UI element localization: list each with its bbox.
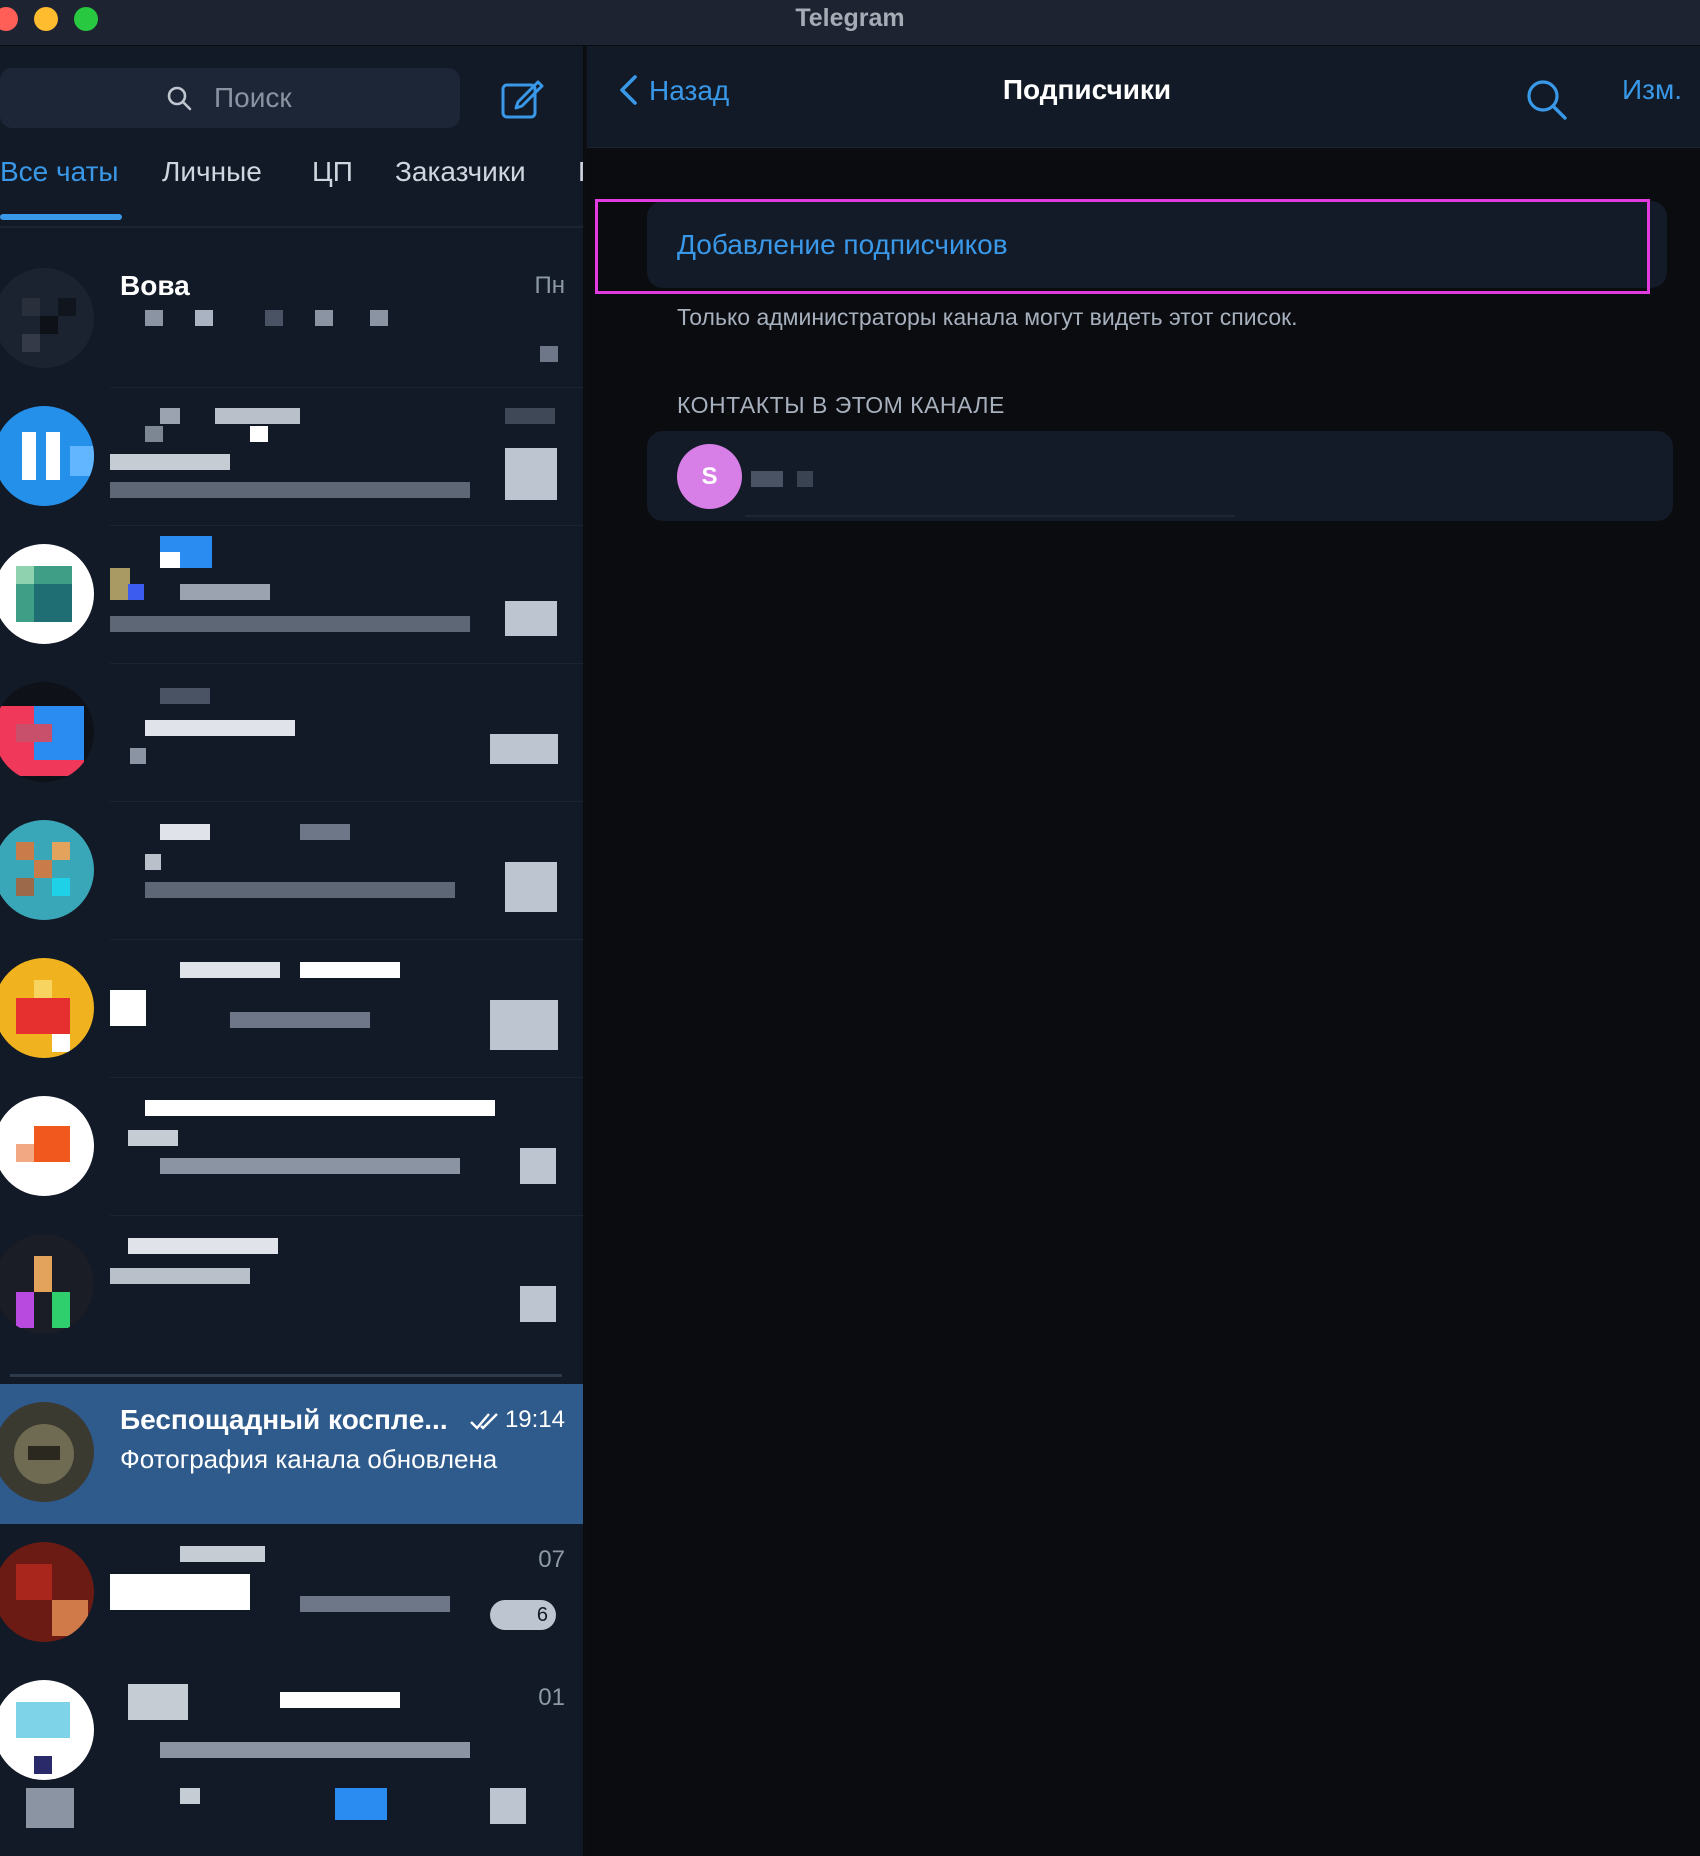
highlight-box — [595, 199, 1650, 294]
tab-cp[interactable]: ЦП — [312, 156, 353, 188]
avatar — [0, 544, 94, 644]
chat-item-hidden-2[interactable] — [0, 526, 583, 664]
tab-more[interactable]: Г — [578, 156, 583, 188]
chat-item-hidden-9[interactable]: 01 — [0, 1662, 583, 1800]
partial-avatar — [26, 1788, 74, 1828]
avatar — [0, 1542, 94, 1642]
admin-note: Только администраторы канала могут видет… — [677, 304, 1298, 330]
tab-personal[interactable]: Личные — [162, 156, 262, 188]
chat-item-hidden-8[interactable]: 07 6 — [0, 1524, 583, 1662]
chat-item-selected[interactable]: Беспощадный косплe... 19:14 Фотография к… — [0, 1384, 583, 1524]
avatar — [0, 820, 94, 920]
avatar — [0, 1402, 94, 1502]
avatar — [0, 958, 94, 1058]
search-placeholder: Поиск — [214, 82, 292, 113]
subscribers-panel: Назад Подписчики Изм. Добавление подписч… — [587, 46, 1700, 1856]
read-checkmarks-icon — [470, 1412, 498, 1430]
chat-item-hidden-6[interactable] — [0, 1078, 583, 1216]
chat-item-hidden-1[interactable] — [0, 388, 583, 526]
pinned-divider — [10, 1374, 562, 1377]
avatar — [0, 1096, 94, 1196]
chat-item-vova[interactable]: Вова Пн — [0, 250, 583, 388]
avatar — [0, 406, 94, 506]
contact-item[interactable]: S — [647, 431, 1673, 521]
contact-name-redacted — [751, 471, 783, 487]
tab-active-indicator — [0, 214, 122, 220]
avatar — [0, 682, 94, 782]
chat-sidebar: Поиск Все чаты Личные ЦП Заказчики Г Вов… — [0, 46, 585, 1856]
avatar — [0, 1680, 94, 1780]
chat-time: 01 — [538, 1684, 565, 1711]
avatar — [0, 268, 94, 368]
chat-time: 19:14 — [469, 1406, 565, 1434]
chat-item-hidden-4[interactable] — [0, 802, 583, 940]
chat-name: Вова — [120, 270, 190, 301]
chat-item-hidden-5[interactable] — [0, 940, 583, 1078]
unread-badge: 6 — [490, 1600, 556, 1630]
panel-header: Назад Подписчики Изм. — [587, 46, 1700, 148]
chat-time: Пн — [534, 272, 565, 299]
search-icon[interactable] — [1525, 78, 1569, 122]
tab-customers[interactable]: Заказчики — [395, 156, 526, 188]
edit-button[interactable]: Изм. — [1622, 74, 1682, 106]
chat-name: Беспощадный косплe... — [120, 1404, 448, 1435]
avatar — [0, 1234, 94, 1334]
chat-item-hidden-3[interactable] — [0, 664, 583, 802]
compose-icon[interactable] — [500, 76, 544, 120]
chat-item-hidden-7[interactable] — [0, 1216, 583, 1354]
section-heading: КОНТАКТЫ В ЭТОМ КАНАЛЕ — [677, 392, 1005, 418]
search-input[interactable]: Поиск — [0, 68, 460, 128]
avatar: S — [677, 444, 742, 509]
title-bar: Telegram — [0, 0, 1700, 46]
chat-preview: Фотография канала обновлена — [120, 1444, 498, 1474]
chat-time: 07 — [538, 1546, 565, 1573]
page-title: Подписчики — [1002, 74, 1172, 105]
window-title: Telegram — [795, 4, 905, 32]
search-icon — [167, 86, 192, 111]
tab-all-chats[interactable]: Все чаты — [0, 156, 119, 188]
